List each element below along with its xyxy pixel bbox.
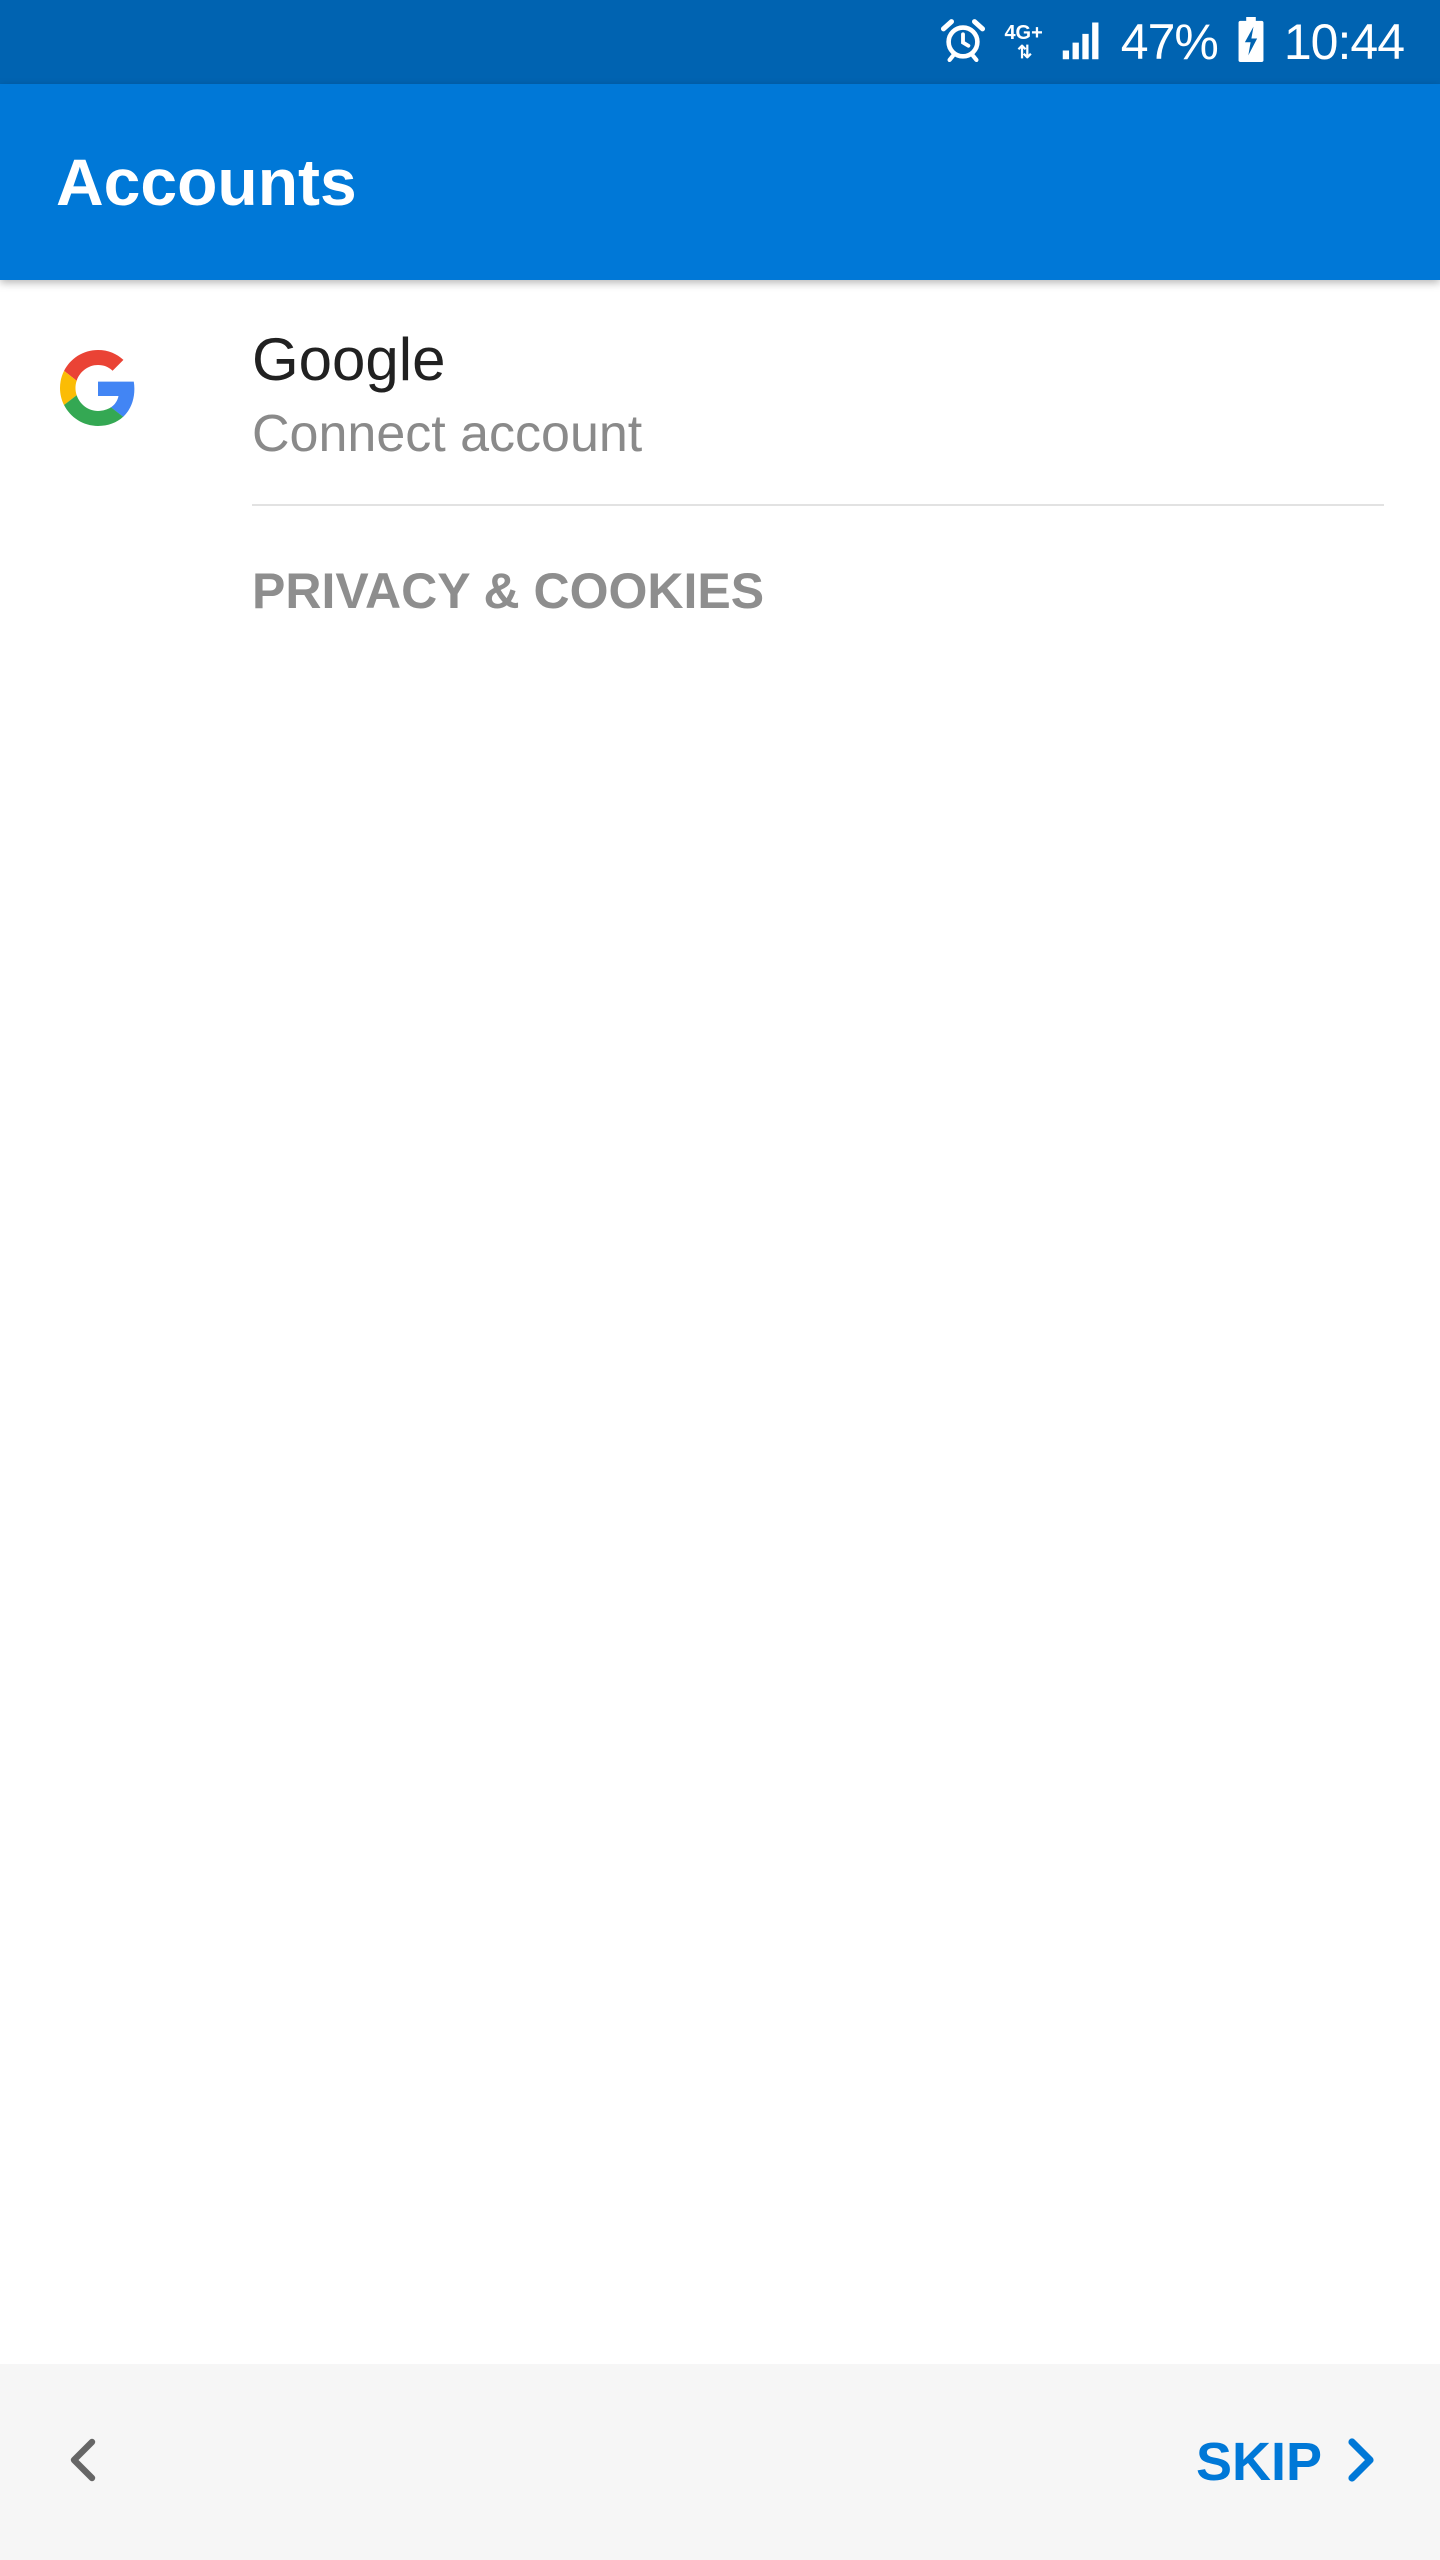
network-type-label: 4G+ bbox=[1004, 22, 1043, 44]
app-bar: Accounts bbox=[0, 84, 1440, 280]
network-arrows: ⇅ bbox=[1017, 42, 1032, 62]
google-logo-icon bbox=[60, 350, 136, 426]
battery-charging-icon bbox=[1236, 16, 1266, 68]
skip-button[interactable]: SKIP bbox=[1196, 2418, 1380, 2506]
account-name: Google bbox=[252, 326, 446, 393]
bottom-bar: SKIP bbox=[0, 2364, 1440, 2560]
status-bar: 4G+ ⇅ 47% 10:44 bbox=[0, 0, 1440, 84]
back-button[interactable] bbox=[44, 2418, 124, 2506]
status-icons: 4G+ ⇅ 47% 10:44 bbox=[940, 0, 1405, 84]
signal-icon bbox=[1061, 19, 1103, 66]
chevron-right-icon bbox=[1344, 2436, 1380, 2489]
alarm-icon bbox=[940, 17, 986, 68]
privacy-cookies-link[interactable]: PRIVACY & COOKIES bbox=[252, 556, 764, 626]
page-title: Accounts bbox=[56, 145, 357, 219]
network-4g-icon: 4G+ ⇅ bbox=[1004, 23, 1042, 61]
clock: 10:44 bbox=[1283, 14, 1405, 70]
skip-label: SKIP bbox=[1195, 2432, 1322, 2492]
chevron-left-icon bbox=[64, 2436, 104, 2489]
divider bbox=[252, 504, 1384, 506]
google-account-row[interactable]: Google Connect account bbox=[0, 280, 1440, 506]
account-subtitle: Connect account bbox=[252, 405, 643, 463]
battery-percent: 47% bbox=[1120, 14, 1219, 70]
